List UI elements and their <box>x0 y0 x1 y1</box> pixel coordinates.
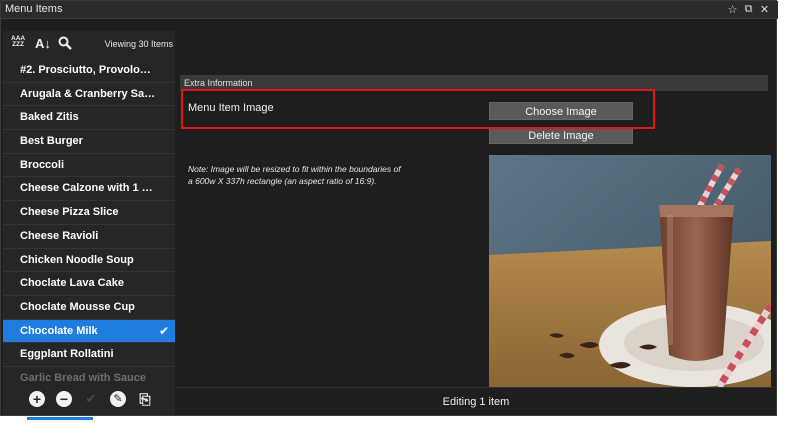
list-item[interactable]: Baked Zitis <box>3 106 175 131</box>
checkmark-icon: ✔ <box>158 323 169 338</box>
window-title: Menu Items <box>5 3 63 15</box>
edit-icon[interactable]: ✎ <box>110 391 126 407</box>
confirm-icon: ✔ <box>85 391 97 406</box>
list-item-label: Chicken Noodle Soup <box>20 253 134 266</box>
list-item-selected[interactable]: Chocolate Milk ✔ <box>3 319 175 344</box>
list-item-label: Choclate Lava Cake <box>20 277 124 290</box>
list-item[interactable]: Garlic Bread with Sauce <box>3 366 175 382</box>
remove-icon[interactable]: − <box>56 391 72 407</box>
sort-arrow-glyph: ↓ <box>44 36 51 51</box>
menu-item-list: #2. Prosciutto, Provolo… Arugala & Cranb… <box>3 59 175 382</box>
list-item-label: Baked Zitis <box>20 111 79 124</box>
delete-image-button[interactable]: Delete Image <box>489 127 633 144</box>
list-item[interactable]: #2. Prosciutto, Provolo… <box>3 59 175 83</box>
list-item[interactable]: Cheese Pizza Slice <box>3 201 175 225</box>
list-item[interactable]: Choclate Mousse Cup <box>3 295 175 320</box>
accent-strip <box>27 417 93 420</box>
list-item[interactable]: Arugala & Cranberry Sa… <box>3 82 175 107</box>
window-controls: ☆ ⧉ ✕ <box>727 3 770 16</box>
list-item-label: Garlic Bread with Sauce <box>20 371 146 382</box>
status-bar: Editing 1 item <box>177 387 775 415</box>
list-item-label: Eggplant Rollatini <box>20 348 114 361</box>
restore-icon[interactable]: ⧉ <box>743 3 754 16</box>
list-item[interactable]: Cheese Ravioli <box>3 224 175 249</box>
highlight-box <box>181 89 655 129</box>
list-item-label: Cheese Ravioli <box>20 229 99 242</box>
list-item-label: Arugala & Cranberry Sa… <box>20 87 156 100</box>
list-item-label: Chocolate Milk <box>20 324 98 337</box>
add-icon[interactable]: + <box>29 391 45 407</box>
list-toolbar: AAA ZZZ A↓ Viewing 30 Items <box>3 31 175 59</box>
list-item-label: Cheese Pizza Slice <box>20 206 119 219</box>
detail-panel: Extra Information Menu Item Image Choose… <box>177 31 775 387</box>
close-icon[interactable]: ✕ <box>759 3 770 16</box>
sort-az-icon[interactable]: AAA ZZZ <box>11 35 25 48</box>
list-item-label: Cheese Calzone with 1 … <box>20 182 153 195</box>
list-item[interactable]: Chicken Noodle Soup <box>3 248 175 273</box>
status-text: Editing 1 item <box>442 396 510 408</box>
title-bar: Menu Items ☆ ⧉ ✕ <box>1 1 778 19</box>
list-item[interactable]: Cheese Calzone with 1 … <box>3 177 175 202</box>
list-item-label: Choclate Mousse Cup <box>20 300 135 313</box>
sort-az-bottom: ZZZ <box>12 41 24 48</box>
sidebar: AAA ZZZ A↓ Viewing 30 Items #2. Prosciut… <box>3 31 175 415</box>
list-item[interactable]: Best Burger <box>3 130 175 154</box>
search-icon[interactable] <box>58 36 72 53</box>
list-item[interactable]: Eggplant Rollatini <box>3 343 175 367</box>
list-item-label: Broccoli <box>20 158 65 171</box>
resize-note: Note: Image will be resized to fit withi… <box>188 164 401 186</box>
list-item-label: #2. Prosciutto, Provolo… <box>20 64 151 76</box>
copy-icon[interactable]: ⎘ <box>137 391 153 407</box>
item-count: Viewing 30 Items <box>104 39 173 49</box>
list-item-label: Best Burger <box>20 135 83 148</box>
sort-order-icon[interactable]: A↓ <box>35 36 51 51</box>
list-item[interactable]: Broccoli <box>3 153 175 178</box>
list-item[interactable]: Choclate Lava Cake <box>3 272 175 296</box>
menu-items-window: Menu Items ☆ ⧉ ✕ AAA ZZZ A↓ Viewing 30 I… <box>0 0 778 416</box>
menu-item-image <box>489 155 771 387</box>
list-actions-bar: + − ✔ ✎ ⎘ <box>3 385 175 415</box>
favorite-icon[interactable]: ☆ <box>727 3 738 16</box>
